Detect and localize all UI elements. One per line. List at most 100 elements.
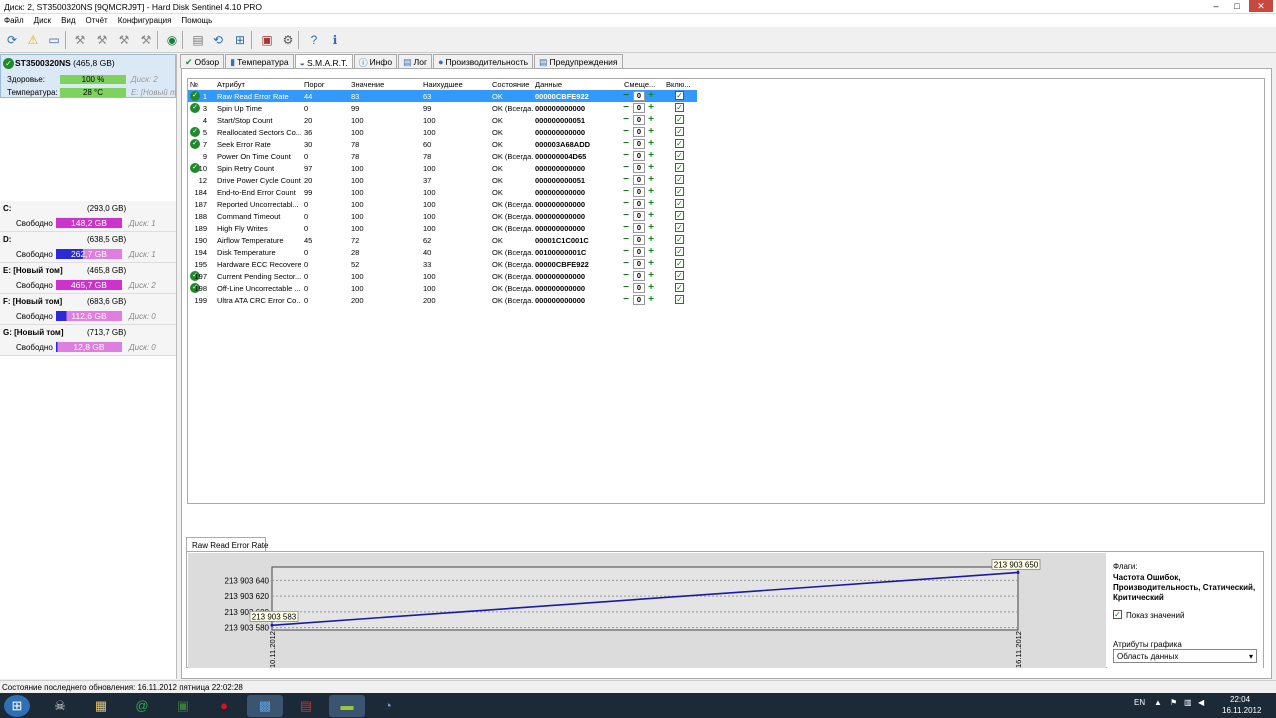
enable-checkbox[interactable]: ✓: [675, 127, 684, 136]
column-header[interactable]: Вклю...: [666, 80, 691, 89]
menu-item-3[interactable]: Отчёт: [82, 14, 114, 27]
increase-offset-button[interactable]: +: [646, 187, 656, 197]
menu-item-4[interactable]: Конфигурация: [114, 14, 178, 27]
settings-icon[interactable]: ⚙: [278, 30, 298, 50]
language-indicator[interactable]: EN: [1134, 698, 1145, 707]
decrease-offset-button[interactable]: −: [621, 235, 631, 245]
table-row[interactable]: 199 Ultra ATA CRC Error Co... 0 200 200 OK (В…: [188, 294, 697, 306]
decrease-offset-button[interactable]: −: [621, 199, 631, 209]
network-icon[interactable]: ⊞: [230, 30, 250, 50]
disk-summary[interactable]: ✓ ST3500320NS (465,8 GB) Здоровье: 100 %…: [0, 54, 176, 98]
enable-checkbox[interactable]: ✓: [675, 271, 684, 280]
enable-checkbox[interactable]: ✓: [675, 235, 684, 244]
column-header[interactable]: Порог: [304, 80, 325, 89]
volume-item[interactable]: F: [Новый том] (683,6 GB) Свободно 112,6 GB…: [0, 294, 176, 325]
about-icon[interactable]: ℹ: [325, 30, 345, 50]
enable-checkbox[interactable]: ✓: [675, 91, 684, 100]
decrease-offset-button[interactable]: −: [621, 223, 631, 233]
increase-offset-button[interactable]: +: [646, 235, 656, 245]
decrease-offset-button[interactable]: −: [621, 247, 631, 257]
increase-offset-button[interactable]: +: [646, 271, 656, 281]
graph-attr-select[interactable]: Область данных ▾: [1113, 649, 1257, 663]
table-row[interactable]: ✓ 5 Reallocated Sectors Co... 36 100 100 OK 000…: [188, 126, 697, 138]
enable-checkbox[interactable]: ✓: [675, 151, 684, 160]
volume-item[interactable]: E: [Новый том] (465,8 GB) Свободно 465,7 GB…: [0, 263, 176, 294]
decrease-offset-button[interactable]: −: [621, 151, 631, 161]
table-row[interactable]: 189 High Fly Writes 0 100 100 OK (Всегда... 00…: [188, 222, 697, 234]
increase-offset-button[interactable]: +: [646, 115, 656, 125]
tab-3[interactable]: ⓘ Инфо: [353, 54, 398, 68]
table-row[interactable]: 12 Drive Power Cycle Count 20 100 37 OK 000000…: [188, 174, 697, 186]
increase-offset-button[interactable]: +: [646, 283, 656, 293]
increase-offset-button[interactable]: +: [646, 175, 656, 185]
update-icon[interactable]: ⟲: [208, 30, 228, 50]
refresh-icon[interactable]: ⟳: [2, 30, 22, 50]
opera-icon[interactable]: ●: [206, 695, 242, 717]
decrease-offset-button[interactable]: −: [621, 211, 631, 221]
increase-offset-button[interactable]: +: [646, 223, 656, 233]
minimize-icon[interactable]: –: [1206, 0, 1226, 12]
offset-value[interactable]: 0: [633, 127, 645, 137]
table-row[interactable]: ✓ 1 Raw Read Error Rate 44 83 63 OK 00000CBFE92…: [188, 90, 697, 102]
tool2-icon[interactable]: ⚒: [92, 30, 112, 50]
table-row[interactable]: ✓ 197 Current Pending Sector... 0 100 100 OK (…: [188, 270, 697, 282]
increase-offset-button[interactable]: +: [646, 151, 656, 161]
offset-value[interactable]: 0: [633, 235, 645, 245]
offset-value[interactable]: 0: [633, 283, 645, 293]
offset-value[interactable]: 0: [633, 139, 645, 149]
enable-checkbox[interactable]: ✓: [675, 163, 684, 172]
table-row[interactable]: ✓ 10 Spin Retry Count 97 100 100 OK 00000000000…: [188, 162, 697, 174]
tab-2[interactable]: ◒ S.M.A.R.T.: [294, 54, 353, 69]
decrease-offset-button[interactable]: −: [621, 163, 631, 173]
increase-offset-button[interactable]: +: [646, 295, 656, 305]
column-header[interactable]: Состояние: [492, 80, 529, 89]
offset-value[interactable]: 0: [633, 151, 645, 161]
decrease-offset-button[interactable]: −: [621, 187, 631, 197]
increase-offset-button[interactable]: +: [646, 163, 656, 173]
offset-value[interactable]: 0: [633, 115, 645, 125]
enable-checkbox[interactable]: ✓: [675, 211, 684, 220]
column-header[interactable]: Значение: [351, 80, 384, 89]
enable-checkbox[interactable]: ✓: [675, 139, 684, 148]
tab-4[interactable]: ▤ Лог: [398, 54, 433, 68]
enable-checkbox[interactable]: ✓: [675, 187, 684, 196]
tool1-icon[interactable]: ⚒: [70, 30, 90, 50]
decrease-offset-button[interactable]: −: [621, 115, 631, 125]
table-row[interactable]: 187 Reported Uncorrectabl... 0 100 100 OK (Вс…: [188, 198, 697, 210]
decrease-offset-button[interactable]: −: [621, 283, 631, 293]
increase-offset-button[interactable]: +: [646, 139, 656, 149]
column-header[interactable]: №: [190, 80, 198, 89]
web-icon[interactable]: ◉: [162, 30, 182, 50]
enable-checkbox[interactable]: ✓: [675, 223, 684, 232]
chart-tab[interactable]: Raw Read Error Rate: [186, 537, 268, 552]
decrease-offset-button[interactable]: −: [621, 139, 631, 149]
close-icon[interactable]: ✕: [1249, 0, 1273, 12]
show-values-checkbox[interactable]: ✓: [1113, 610, 1122, 619]
alert-icon[interactable]: ⚠: [23, 30, 43, 50]
enable-checkbox[interactable]: ✓: [675, 295, 684, 304]
offset-value[interactable]: 0: [633, 91, 645, 101]
disk-info-icon[interactable]: ▭: [44, 30, 64, 50]
decrease-offset-button[interactable]: −: [621, 103, 631, 113]
volume-item[interactable]: G: [Новый том] (713,7 GB) Свободно 12,8 GB Д…: [0, 325, 176, 356]
increase-offset-button[interactable]: +: [646, 211, 656, 221]
alienware-icon[interactable]: ☠: [42, 695, 78, 717]
offset-value[interactable]: 0: [633, 223, 645, 233]
offset-value[interactable]: 0: [633, 259, 645, 269]
table-row[interactable]: 194 Disk Temperature 0 28 40 OK (Всегда... 001…: [188, 246, 697, 258]
offset-value[interactable]: 0: [633, 271, 645, 281]
volume-item[interactable]: C: (293,0 GB) Свободно 148,2 GB Диск: 1: [0, 201, 176, 232]
enable-checkbox[interactable]: ✓: [675, 199, 684, 208]
table-row[interactable]: ✓ 3 Spin Up Time 0 99 99 OK (Всегда... 00000000…: [188, 102, 697, 114]
table-row[interactable]: 188 Command Timeout 0 100 100 OK (Всегда... 00…: [188, 210, 697, 222]
column-header[interactable]: Смеще...: [624, 80, 655, 89]
taskmgr-icon[interactable]: ▩: [247, 695, 283, 717]
tab-0[interactable]: ✔ Обзор: [180, 54, 225, 68]
enable-checkbox[interactable]: ✓: [675, 175, 684, 184]
offset-value[interactable]: 0: [633, 247, 645, 257]
enable-checkbox[interactable]: ✓: [675, 283, 684, 292]
increase-offset-button[interactable]: +: [646, 259, 656, 269]
decrease-offset-button[interactable]: −: [621, 271, 631, 281]
offset-value[interactable]: 0: [633, 103, 645, 113]
hdsentinel-icon[interactable]: ▤: [288, 695, 324, 717]
